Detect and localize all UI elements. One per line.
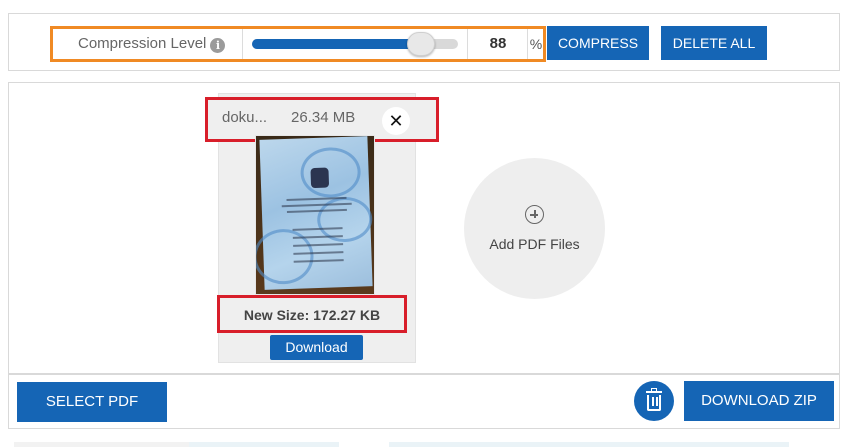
compression-level-text: Compression Level: [78, 35, 207, 52]
download-zip-button[interactable]: DOWNLOAD ZIP: [684, 381, 834, 421]
add-pdf-files-label: Add PDF Files: [489, 236, 580, 252]
close-icon[interactable]: ✕: [382, 107, 410, 135]
divider: [527, 29, 528, 59]
trash-icon-body: [647, 395, 661, 411]
file-name: doku...: [222, 109, 268, 126]
download-button[interactable]: Download: [270, 335, 363, 360]
slider-fill: [252, 39, 421, 49]
new-size-highlight: New Size: 172.27 KB: [217, 295, 407, 333]
trash-icon-lid: [646, 391, 662, 393]
compression-level-label: Compression Level i: [78, 35, 226, 53]
compressor-app: Compression Level i 88 % COMPRESS DELETE …: [0, 0, 846, 447]
document-thumbnail: [255, 135, 375, 295]
divider: [467, 29, 468, 59]
thumbnail-line: [293, 243, 344, 247]
thumbnail-page: [256, 136, 374, 290]
slider-thumb[interactable]: [407, 32, 435, 56]
compress-button[interactable]: COMPRESS: [547, 26, 649, 60]
bottom-bar: SELECT PDF DOWNLOAD ZIP: [8, 374, 840, 429]
divider: [242, 29, 243, 59]
thumbnail-emblem: [310, 167, 330, 189]
select-pdf-button[interactable]: SELECT PDF: [17, 382, 167, 422]
compression-slider[interactable]: [252, 32, 458, 56]
file-card: doku... 26.34 MB ✕ New Size: 172.27 KB D…: [205, 93, 439, 363]
thumbnail-line: [293, 251, 344, 255]
footer-segment: [389, 442, 789, 447]
footer-segment: [14, 442, 189, 447]
percent-unit: %: [529, 36, 543, 52]
add-pdf-files-button[interactable]: Add PDF Files: [464, 158, 605, 299]
files-panel: doku... 26.34 MB ✕ New Size: 172.27 KB D…: [8, 82, 840, 374]
info-icon[interactable]: i: [210, 38, 226, 53]
footer-segment: [189, 442, 339, 447]
plus-circle-icon: [525, 205, 544, 224]
new-size-text: New Size: 172.27 KB: [243, 307, 381, 323]
compression-level-control: Compression Level i 88 %: [50, 26, 546, 62]
page-footer-strip: [0, 436, 846, 447]
delete-all-button[interactable]: DELETE ALL: [661, 26, 767, 60]
thumbnail-line: [293, 259, 344, 263]
compression-level-input[interactable]: 88: [470, 29, 526, 59]
original-file-size: 26.34 MB: [291, 109, 356, 126]
trash-icon[interactable]: [634, 381, 674, 421]
toolbar: Compression Level i 88 % COMPRESS DELETE …: [8, 13, 840, 71]
thumbnail-swirl: [299, 146, 362, 199]
